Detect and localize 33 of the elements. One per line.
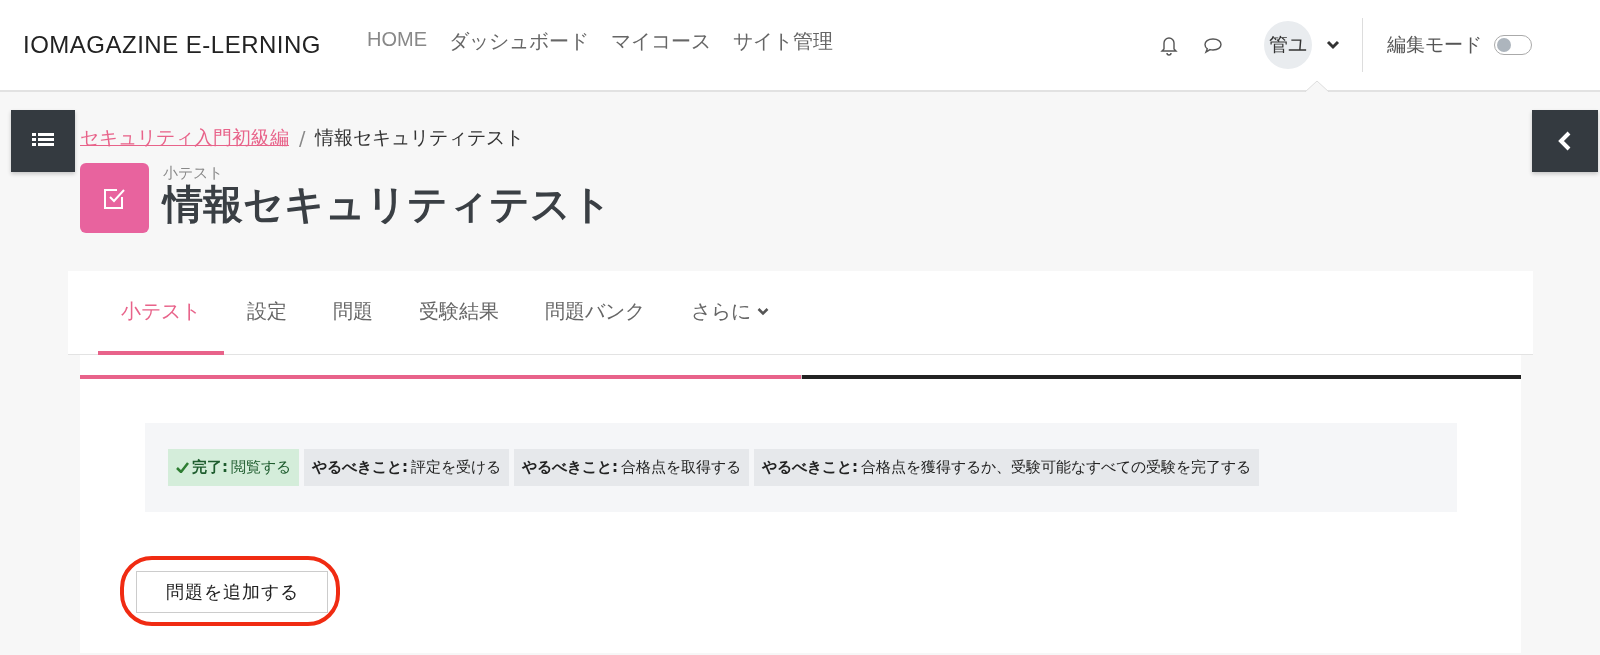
nav-link[interactable]: サイト管理: [733, 27, 834, 55]
edit-mode-toggle[interactable]: [1494, 35, 1532, 55]
nav-link[interactable]: マイコース: [611, 27, 712, 55]
breadcrumb-separator: /: [299, 127, 306, 149]
block-drawer-button[interactable]: [1532, 110, 1598, 172]
chevron-left-icon: [1558, 131, 1572, 151]
page-title: 情報セキュリティテスト: [163, 181, 612, 227]
user-avatar[interactable]: 管ユ: [1264, 21, 1312, 69]
nav-link[interactable]: ダッシュボード: [449, 27, 590, 55]
tab[interactable]: 問題バンク: [522, 271, 668, 355]
caret-icon[interactable]: [1326, 40, 1340, 50]
activity-type-label: 小テスト: [163, 165, 224, 181]
bell-icon[interactable]: [1158, 34, 1180, 56]
tab[interactable]: 受験結果: [396, 271, 522, 355]
completion-condition-text: 合格点を取得する: [621, 458, 741, 477]
breadcrumb-current: 情報セキュリティテスト: [315, 125, 525, 150]
tab[interactable]: さらに: [668, 271, 792, 355]
drawer-toggle-button[interactable]: [11, 110, 75, 172]
tab[interactable]: 問題: [310, 271, 396, 355]
check-icon: [176, 462, 189, 473]
completion-condition-text: 閲覧する: [231, 458, 291, 477]
completion-status-label: やるべきこと:: [312, 458, 408, 477]
tab[interactable]: 設定: [224, 271, 310, 355]
quiz-icon: [80, 163, 149, 233]
completion-status-label: 完了:: [192, 458, 228, 477]
completion-condition-text: 合格点を獲得するか、受験可能なすべての受験を完了する: [861, 458, 1251, 477]
site-brand[interactable]: IOMAGAZINE E-LERNING: [23, 31, 322, 59]
nav-link[interactable]: HOME: [367, 27, 428, 55]
edit-mode-label: 編集モード: [1387, 33, 1482, 57]
completion-condition-text: 評定を受ける: [411, 458, 501, 477]
completion-status-label: やるべきこと:: [762, 458, 858, 477]
add-question-button[interactable]: 問題を追加する: [136, 571, 328, 613]
completion-status-label: やるべきこと:: [522, 458, 618, 477]
